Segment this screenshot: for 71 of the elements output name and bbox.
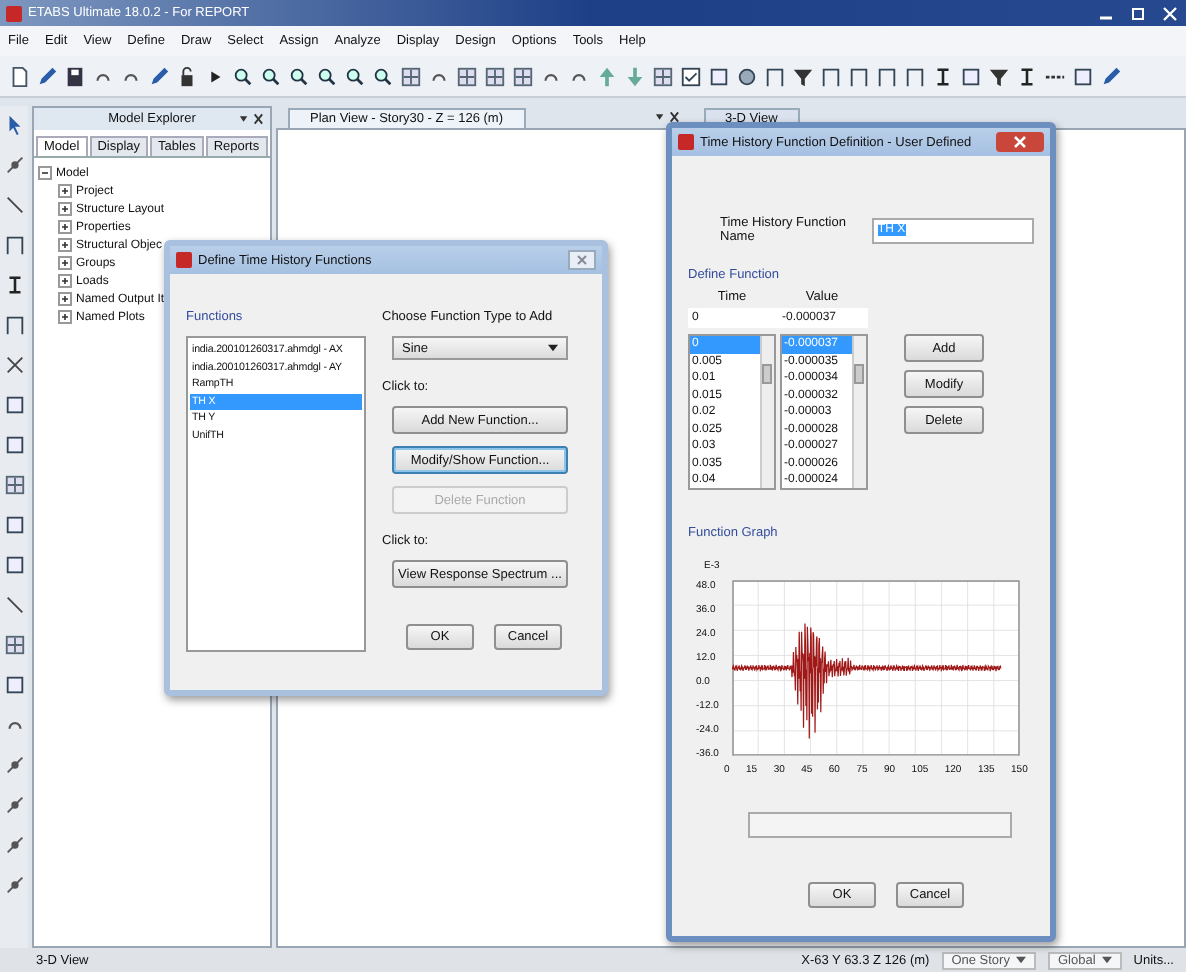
square-icon[interactable]	[3, 674, 25, 696]
grid-icon[interactable]	[484, 65, 506, 87]
frame-icon[interactable]	[876, 65, 898, 87]
frame-icon[interactable]	[904, 65, 926, 87]
cross-icon[interactable]	[3, 354, 25, 376]
close-icon[interactable]	[1160, 5, 1180, 21]
square-icon[interactable]	[3, 514, 25, 536]
plus-icon[interactable]	[58, 184, 72, 198]
grid-icon[interactable]	[3, 474, 25, 496]
node-icon[interactable]	[3, 794, 25, 816]
scrollbar[interactable]	[852, 336, 866, 488]
minus-icon[interactable]	[38, 166, 52, 180]
zoom-icon[interactable]	[260, 65, 282, 87]
plus-icon[interactable]	[58, 202, 72, 216]
pencil-icon[interactable]	[36, 65, 58, 87]
funnel-icon[interactable]	[988, 65, 1010, 87]
square-icon[interactable]	[708, 65, 730, 87]
caret-icon[interactable]	[548, 344, 558, 352]
line-icon[interactable]	[3, 194, 25, 216]
pin-close-icon[interactable]	[238, 112, 264, 126]
caret-icon[interactable]	[1101, 955, 1112, 963]
node-icon[interactable]	[3, 874, 25, 896]
grid-icon[interactable]	[512, 65, 534, 87]
beam-icon[interactable]	[932, 65, 954, 87]
app-logo-icon	[6, 5, 22, 21]
pencil-icon[interactable]	[148, 65, 170, 87]
node-icon[interactable]	[3, 834, 25, 856]
zoom-icon[interactable]	[232, 65, 254, 87]
zoom-icon[interactable]	[288, 65, 310, 87]
square-icon[interactable]	[3, 434, 25, 456]
grid-icon[interactable]	[3, 634, 25, 656]
plus-icon[interactable]	[58, 238, 72, 252]
grid-icon[interactable]	[456, 65, 478, 87]
frame-icon[interactable]	[764, 65, 786, 87]
circle-icon[interactable]	[736, 65, 758, 87]
document-icon[interactable]	[8, 65, 30, 87]
square-icon[interactable]	[3, 394, 25, 416]
plus-icon[interactable]	[58, 220, 72, 234]
zoom-icon[interactable]	[372, 65, 394, 87]
plus-icon[interactable]	[58, 310, 72, 324]
node-icon[interactable]	[3, 154, 25, 176]
zoom-icon[interactable]	[316, 65, 338, 87]
check-icon[interactable]	[680, 65, 702, 87]
caret-icon[interactable]	[1015, 955, 1026, 963]
frame-icon[interactable]	[820, 65, 842, 87]
frame-icon[interactable]	[3, 314, 25, 336]
frame-icon[interactable]	[3, 234, 25, 256]
app-logo-icon	[176, 252, 192, 268]
square-icon[interactable]	[960, 65, 982, 87]
plus-icon[interactable]	[58, 292, 72, 306]
zoom-icon[interactable]	[344, 65, 366, 87]
funnel-icon[interactable]	[792, 65, 814, 87]
pin-close-icon[interactable]	[653, 110, 680, 124]
square-icon[interactable]	[1072, 65, 1094, 87]
grid-icon[interactable]	[652, 65, 674, 87]
save-icon[interactable]	[64, 65, 86, 87]
pencil-icon[interactable]	[1100, 65, 1122, 87]
plus-icon[interactable]	[58, 256, 72, 270]
close-button[interactable]	[568, 250, 596, 270]
line-icon[interactable]	[3, 594, 25, 616]
plus-icon[interactable]	[58, 274, 72, 288]
scrollbar[interactable]	[760, 336, 774, 488]
square-icon[interactable]	[3, 554, 25, 576]
frame-icon[interactable]	[848, 65, 870, 87]
lock-icon[interactable]	[176, 65, 198, 87]
node-icon[interactable]	[3, 754, 25, 776]
maximize-icon[interactable]	[1128, 5, 1148, 21]
app-logo-icon	[678, 134, 694, 150]
close-button[interactable]	[996, 132, 1044, 152]
beam-icon[interactable]	[1016, 65, 1038, 87]
grid-icon[interactable]	[400, 65, 422, 87]
